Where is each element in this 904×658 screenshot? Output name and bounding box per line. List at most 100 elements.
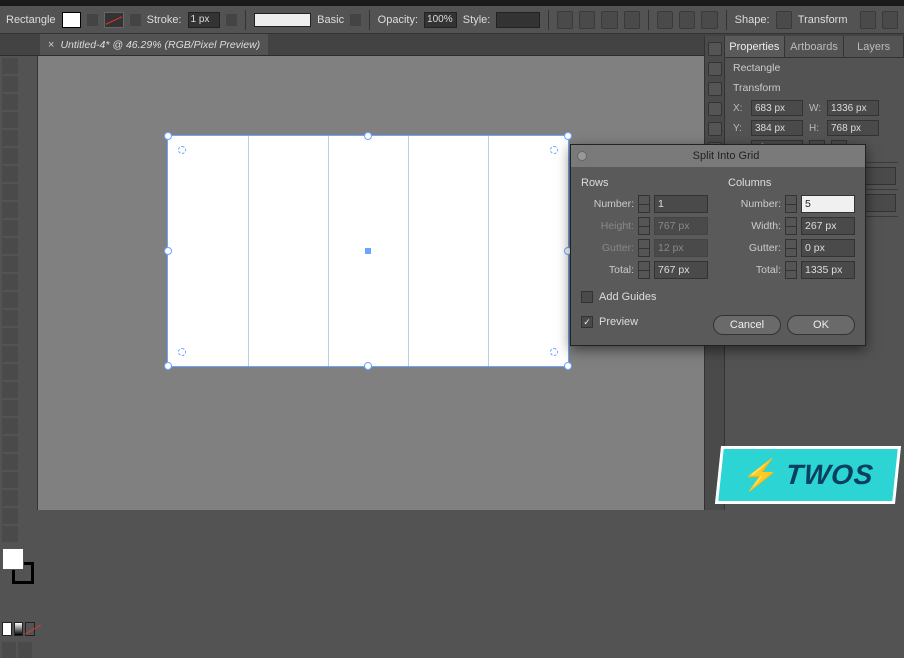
handle-bl[interactable] (164, 362, 172, 370)
symbol-sprayer-icon[interactable] (2, 436, 18, 452)
symbols-panel-icon[interactable] (708, 102, 722, 116)
pen-tool-icon[interactable] (2, 130, 18, 146)
ok-button[interactable]: OK (787, 315, 855, 335)
style-dropdown[interactable] (496, 12, 540, 28)
rows-number-stepper[interactable] (638, 195, 650, 213)
handle-ml[interactable] (164, 247, 172, 255)
type-tool-icon[interactable] (2, 148, 18, 164)
eyedropper-tool-icon[interactable] (2, 400, 18, 416)
brush-tool-icon[interactable] (2, 202, 18, 218)
blend-tool-icon[interactable] (2, 418, 18, 434)
fill-stroke-control[interactable] (2, 548, 34, 584)
arrange-icon[interactable] (860, 11, 876, 29)
close-tab-icon[interactable]: × (48, 39, 54, 51)
stroke-weight-input[interactable]: 1 px (188, 12, 221, 28)
free-transform-tool-icon[interactable] (2, 310, 18, 326)
none-mode-icon[interactable] (25, 622, 35, 636)
fill-swatch[interactable] (62, 12, 82, 28)
rows-total-input[interactable]: 767 px (654, 261, 708, 279)
perspective-tool-icon[interactable] (2, 346, 18, 362)
scale-tool-icon[interactable] (2, 274, 18, 290)
zoom-tool-icon[interactable] (2, 526, 18, 542)
h-input[interactable]: 768 px (827, 120, 879, 136)
profile-dd-icon[interactable] (350, 14, 361, 26)
valign-icon-1[interactable] (657, 11, 673, 29)
w-input[interactable]: 1336 px (827, 100, 879, 116)
shape-menu-icon[interactable] (776, 11, 792, 29)
fill-dropdown-icon[interactable] (87, 14, 98, 26)
graph-tool-icon[interactable] (2, 454, 18, 470)
pencil-tool-icon[interactable] (2, 220, 18, 236)
corner-widget-tr[interactable] (550, 146, 558, 154)
selection-tool-icon[interactable] (2, 58, 18, 74)
handle-br[interactable] (564, 362, 572, 370)
hand-tool-icon[interactable] (2, 508, 18, 524)
align-icon-3[interactable] (601, 11, 617, 29)
tab-artboards[interactable]: Artboards (785, 36, 845, 57)
corner-widget-bl[interactable] (178, 348, 186, 356)
opacity-input[interactable]: 100% (424, 12, 457, 28)
fill-color-icon[interactable] (2, 548, 24, 570)
transform-btn-label[interactable]: Transform (798, 14, 848, 26)
cols-gutter-input[interactable]: 0 px (801, 239, 855, 257)
cancel-button[interactable]: Cancel (713, 315, 781, 335)
magic-wand-tool-icon[interactable] (2, 94, 18, 110)
gradient-tool-icon[interactable] (2, 382, 18, 398)
color-panel-icon[interactable] (708, 42, 722, 56)
stroke-profile-preview[interactable] (254, 13, 311, 27)
handle-tr[interactable] (564, 132, 572, 140)
color-mode-icon[interactable] (2, 622, 12, 636)
lasso-tool-icon[interactable] (2, 112, 18, 128)
swatches-panel-icon[interactable] (708, 62, 722, 76)
rows-number-input[interactable]: 1 (654, 195, 708, 213)
y-input[interactable]: 384 px (751, 120, 803, 136)
rectangle-tool-icon[interactable] (2, 184, 18, 200)
rotate-tool-icon[interactable] (2, 256, 18, 272)
align-icon-4[interactable] (624, 11, 640, 29)
document-tab[interactable]: × Untitled-4* @ 46.29% (RGB/Pixel Previe… (40, 34, 268, 55)
cols-width-stepper[interactable] (785, 217, 797, 235)
stroke-dropdown-icon[interactable] (130, 14, 141, 26)
handle-bc[interactable] (364, 362, 372, 370)
shape-builder-tool-icon[interactable] (2, 328, 18, 344)
stroke-swatch[interactable] (104, 12, 124, 28)
corner-widget-tl[interactable] (178, 146, 186, 154)
essentials-icon[interactable] (882, 11, 898, 29)
screen-mode-icon[interactable] (2, 642, 16, 658)
stroke-panel-icon[interactable] (708, 122, 722, 136)
dialog-close-icon[interactable] (577, 151, 587, 161)
tab-layers[interactable]: Layers (844, 36, 904, 57)
draw-mode-icon[interactable] (18, 642, 32, 658)
artboard-tool-icon[interactable] (2, 472, 18, 488)
tab-properties[interactable]: Properties (725, 36, 785, 57)
brushes-panel-icon[interactable] (708, 82, 722, 96)
rows-total-stepper[interactable] (638, 261, 650, 279)
selected-rectangle[interactable] (168, 136, 568, 366)
valign-icon-3[interactable] (701, 11, 717, 29)
line-tool-icon[interactable] (2, 166, 18, 182)
add-guides-checkbox[interactable] (581, 291, 593, 303)
cols-number-stepper[interactable] (785, 195, 797, 213)
x-input[interactable]: 683 px (751, 100, 803, 116)
corner-widget-br[interactable] (550, 348, 558, 356)
width-tool-icon[interactable] (2, 292, 18, 308)
gradient-mode-icon[interactable] (14, 622, 24, 636)
cols-width-input[interactable]: 267 px (801, 217, 855, 235)
valign-icon-2[interactable] (679, 11, 695, 29)
align-icon-1[interactable] (557, 11, 573, 29)
slice-tool-icon[interactable] (2, 490, 18, 506)
cols-total-input[interactable]: 1335 px (801, 261, 855, 279)
handle-tl[interactable] (164, 132, 172, 140)
direct-select-tool-icon[interactable] (2, 76, 18, 92)
lightning-icon: ⚡ (740, 458, 781, 493)
align-icon-2[interactable] (579, 11, 595, 29)
stroke-weight-dd-icon[interactable] (226, 14, 237, 26)
shape-btn-label[interactable]: Shape: (735, 14, 770, 26)
cols-gutter-stepper[interactable] (785, 239, 797, 257)
eraser-tool-icon[interactable] (2, 238, 18, 254)
cols-total-stepper[interactable] (785, 261, 797, 279)
handle-tc[interactable] (364, 132, 372, 140)
mesh-tool-icon[interactable] (2, 364, 18, 380)
preview-checkbox[interactable] (581, 316, 593, 328)
cols-number-input[interactable]: 5 (801, 195, 855, 213)
